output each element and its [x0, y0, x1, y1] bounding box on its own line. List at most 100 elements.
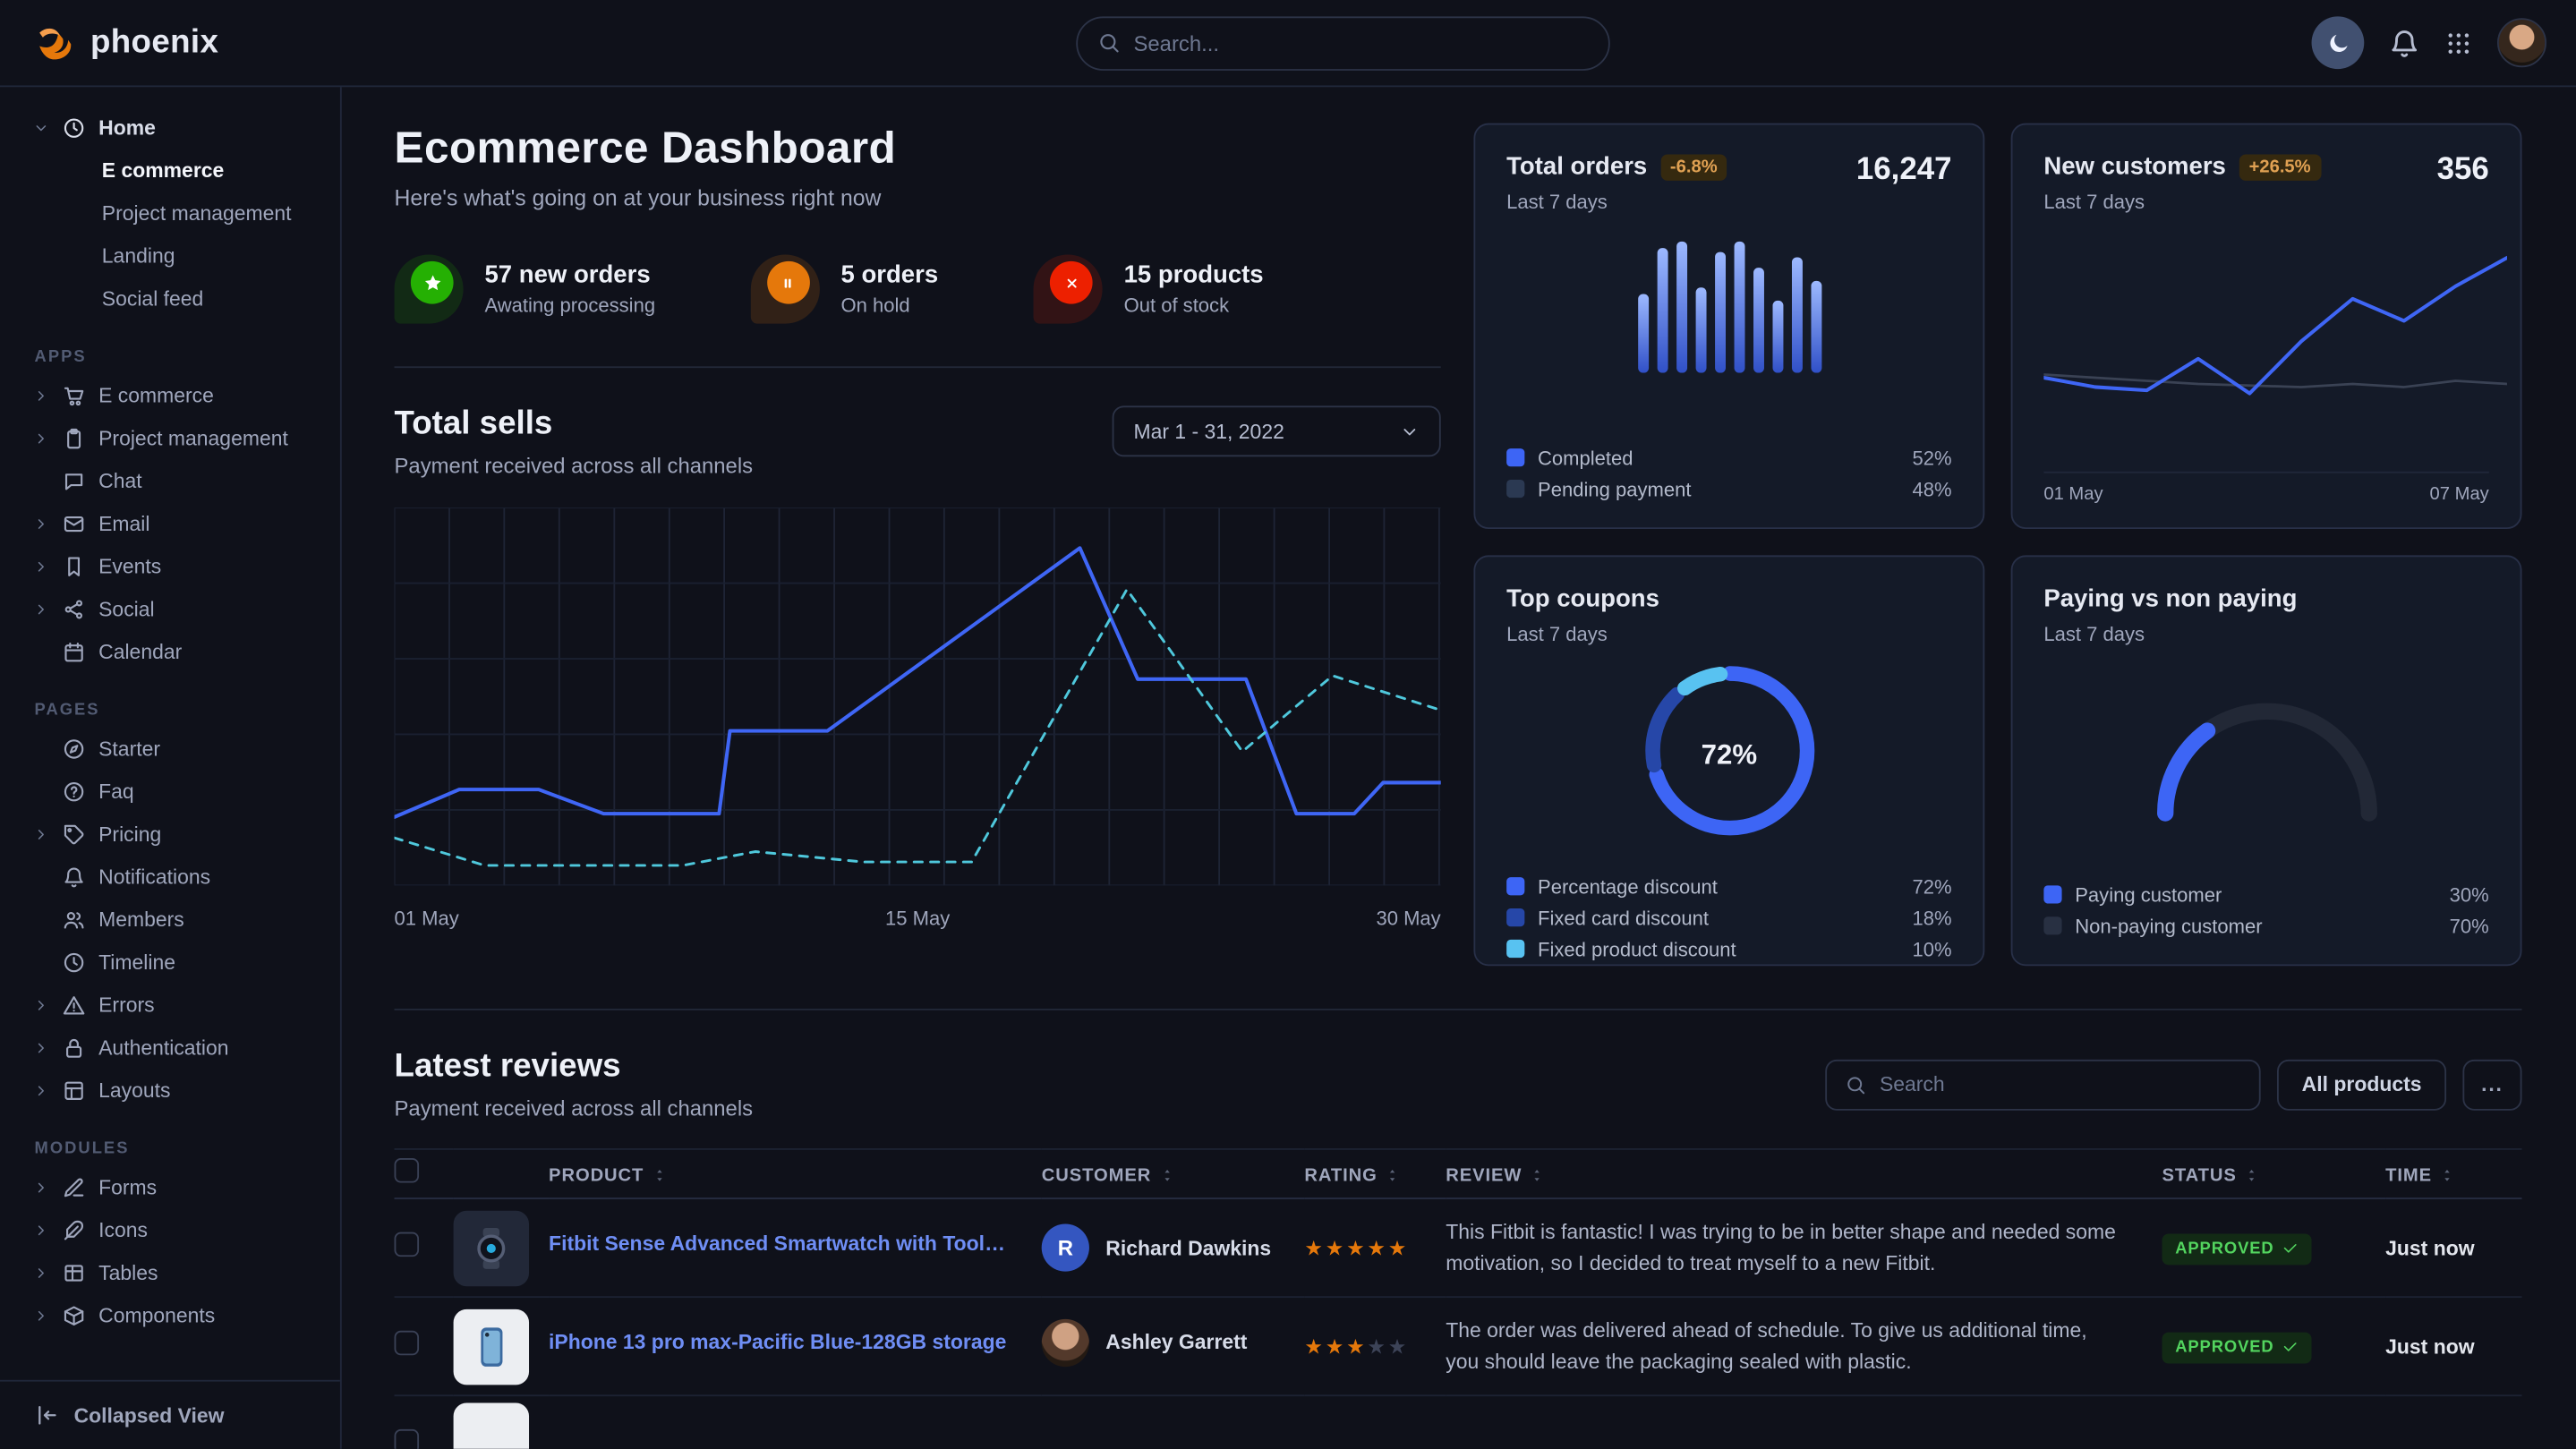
new-customers-chart: [2043, 240, 2488, 429]
moon-icon: [2325, 30, 2350, 55]
column-header-review[interactable]: REVIEW: [1446, 1149, 2162, 1198]
x-axis-label: 01 May: [395, 907, 459, 930]
column-header-customer[interactable]: CUSTOMER: [1042, 1149, 1305, 1198]
bell-icon: [63, 865, 86, 889]
apps-menu-button[interactable]: [2444, 29, 2472, 56]
collapsed-view-toggle[interactable]: Collapsed View: [0, 1380, 340, 1449]
sidebar: HomeE commerceProject managementLandingS…: [0, 87, 342, 1449]
sidebar-item-tables[interactable]: Tables: [20, 1252, 327, 1295]
sidebar-item-calendar[interactable]: Calendar: [20, 631, 327, 674]
reviews-search[interactable]: [1825, 1059, 2260, 1110]
users-icon: [63, 908, 86, 932]
star-fill-icon: [422, 272, 443, 294]
legend-item-completed: Completed52%: [1506, 442, 1951, 473]
sidebar-item-starter[interactable]: Starter: [20, 728, 327, 771]
sidebar-item-forms[interactable]: Forms: [20, 1166, 327, 1209]
notifications-button[interactable]: [2389, 27, 2420, 58]
select-all-checkbox[interactable]: [395, 1157, 420, 1182]
tag-icon: [63, 823, 86, 847]
sidebar-item-e-commerce[interactable]: E commerce: [20, 149, 327, 192]
sidebar-item-project-management[interactable]: Project management: [20, 192, 327, 235]
bell-icon: [2389, 27, 2420, 58]
card-period: Last 7 days: [1506, 191, 1727, 214]
user-avatar[interactable]: [2497, 18, 2546, 67]
column-header-status[interactable]: STATUS: [2162, 1149, 2386, 1198]
stats-row: 57 new ordersAwating processing5 ordersO…: [395, 255, 1441, 324]
chevron-down-icon: [1400, 422, 1420, 441]
card-period: Last 7 days: [1506, 623, 1659, 646]
sidebar-item-members[interactable]: Members: [20, 899, 327, 942]
row-checkbox[interactable]: [395, 1232, 420, 1257]
apps-grid-icon: [2444, 29, 2472, 56]
column-header-product[interactable]: PRODUCT: [549, 1149, 1042, 1198]
theme-toggle-button[interactable]: [2312, 16, 2365, 69]
brand[interactable]: phoenix: [33, 17, 219, 68]
reviews-search-input[interactable]: [1880, 1073, 2241, 1096]
table-row[interactable]: Fitbit Sense Advanced Smartwatch with To…: [395, 1198, 2522, 1297]
x-axis-label: 30 May: [1376, 907, 1440, 930]
sidebar-item-chat[interactable]: Chat: [20, 460, 327, 503]
column-header-rating[interactable]: RATING: [1304, 1149, 1446, 1198]
table-icon: [63, 1262, 86, 1285]
chevron-right-icon: [33, 388, 49, 404]
trend-badge: +26.5%: [2239, 155, 2321, 181]
total-orders-value: 16,247: [1856, 153, 1952, 189]
product-link[interactable]: Fitbit Sense Advanced Smartwatch with To…: [549, 1232, 1012, 1256]
total-orders-chart: [1506, 234, 1951, 372]
sidebar-item-authentication[interactable]: Authentication: [20, 1027, 327, 1070]
chevron-right-icon: [33, 1265, 49, 1281]
sidebar-item-layouts[interactable]: Layouts: [20, 1070, 327, 1112]
sidebar-item-email[interactable]: Email: [20, 503, 327, 546]
chevron-right-icon: [33, 558, 49, 575]
chevron-right-icon: [33, 601, 49, 618]
sidebar-item-notifications[interactable]: Notifications: [20, 856, 327, 899]
sidebar-item-pricing[interactable]: Pricing: [20, 814, 327, 857]
all-products-button[interactable]: All products: [2277, 1059, 2446, 1110]
search-input[interactable]: [1133, 30, 1588, 55]
sort-icon: [2438, 1166, 2456, 1184]
sidebar-item-e-commerce[interactable]: E commerce: [20, 374, 327, 417]
product-link[interactable]: iPhone 13 pro max-Pacific Blue-128GB sto…: [549, 1331, 1006, 1354]
date-range-select[interactable]: Mar 1 - 31, 2022: [1113, 405, 1441, 456]
new-customers-value: 356: [2437, 153, 2489, 189]
global-search[interactable]: [1076, 15, 1610, 70]
sidebar-item-project-management[interactable]: Project management: [20, 417, 327, 460]
chevron-right-icon: [33, 1223, 49, 1239]
page-subtitle: Here's what's going on at your business …: [395, 185, 1441, 210]
help-icon: [63, 780, 86, 804]
card-period: Last 7 days: [2043, 623, 2297, 646]
stat-caption: Out of stock: [1124, 294, 1264, 318]
sidebar-item-errors[interactable]: Errors: [20, 984, 327, 1027]
latest-reviews-section: Latest reviews Payment received across a…: [395, 1009, 2522, 1449]
clock-icon: [63, 116, 86, 140]
sidebar-section-pages: PAGES: [35, 702, 328, 720]
pause-fill-icon: [778, 272, 799, 294]
product-thumbnail: [454, 1210, 529, 1285]
sidebar-item-social[interactable]: Social: [20, 588, 327, 631]
stat-caption: Awating processing: [484, 294, 655, 318]
row-checkbox[interactable]: [395, 1428, 420, 1449]
collapse-icon: [35, 1403, 60, 1428]
search-icon: [1845, 1073, 1866, 1095]
legend-item-pending-payment: Pending payment48%: [1506, 473, 1951, 505]
sidebar-item-events[interactable]: Events: [20, 545, 327, 588]
total-orders-card: Total orders-6.8% Last 7 days 16,247 Com…: [1473, 124, 1984, 529]
legend-item-fixed-product-discount: Fixed product discount10%: [1506, 933, 1951, 965]
review-time: Just now: [2385, 1334, 2474, 1358]
sidebar-item-faq[interactable]: Faq: [20, 771, 327, 814]
stat-out-of-stock: 15 productsOut of stock: [1034, 255, 1264, 324]
row-checkbox[interactable]: [395, 1330, 420, 1355]
more-options-button[interactable]: ...: [2462, 1059, 2521, 1110]
sidebar-item-social-feed[interactable]: Social feed: [20, 277, 327, 320]
donut-center-label: 72%: [1633, 655, 1824, 854]
sidebar-item-home[interactable]: Home: [20, 107, 327, 149]
rating-stars: ★★★★★: [1304, 1332, 1409, 1360]
table-row[interactable]: [395, 1395, 2522, 1449]
sidebar-item-timeline[interactable]: Timeline: [20, 942, 327, 984]
pause-icon: [751, 255, 820, 324]
sidebar-item-landing[interactable]: Landing: [20, 234, 327, 277]
column-header-time[interactable]: TIME: [2385, 1149, 2521, 1198]
sidebar-item-icons[interactable]: Icons: [20, 1209, 327, 1252]
table-row[interactable]: iPhone 13 pro max-Pacific Blue-128GB sto…: [395, 1297, 2522, 1395]
sidebar-item-components[interactable]: Components: [20, 1294, 327, 1337]
